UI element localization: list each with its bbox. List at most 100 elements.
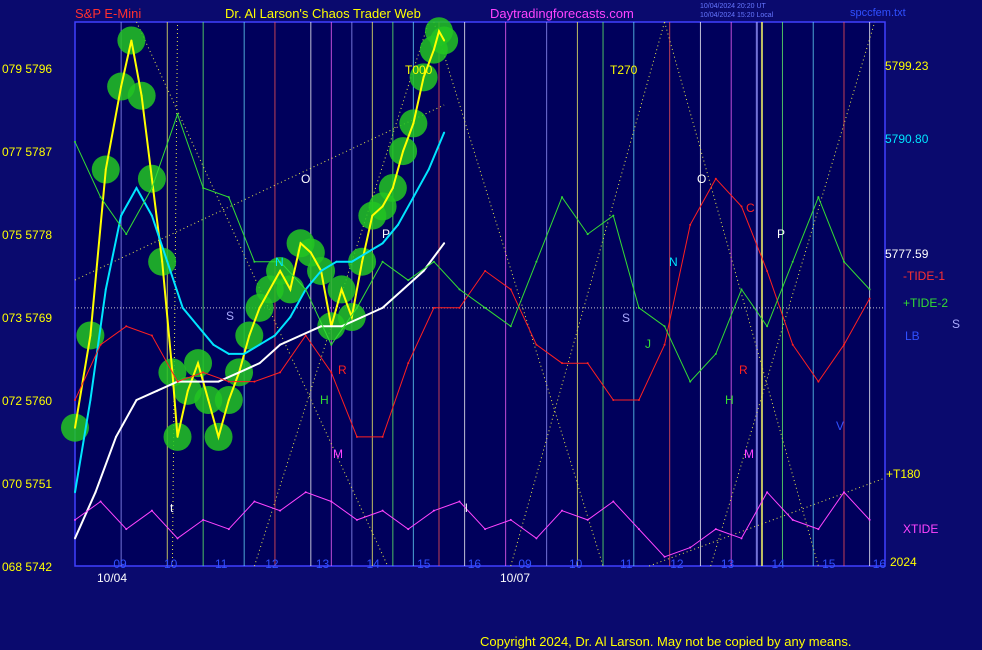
symbol-label: S&P E-Mini (75, 6, 141, 21)
tide1-point (842, 343, 845, 346)
tide1-point (868, 297, 871, 300)
tide1-point (740, 205, 743, 208)
plot-area (74, 21, 886, 567)
x-date-label: 10/04 (97, 571, 127, 585)
xtide-point (99, 500, 102, 503)
annotation-label: C (746, 201, 755, 215)
slow-average-point (135, 399, 138, 402)
x-hour-label: 10 (569, 557, 583, 571)
annotation-label: P (382, 227, 390, 241)
site-link[interactable]: Daytradingforecasts.com (490, 6, 634, 21)
tide2-point (586, 233, 589, 236)
tide1-point (766, 269, 769, 272)
t180-legend: +T180 (886, 467, 921, 481)
chart-title: Dr. Al Larson's Chaos Trader Web (225, 6, 421, 21)
tide1-point (227, 380, 230, 383)
annotation-label: V (836, 419, 844, 433)
tide1-point (689, 223, 692, 226)
tide1-point (304, 334, 307, 337)
xtide-point (766, 491, 769, 494)
price-point (443, 39, 446, 42)
tide2-point (227, 196, 230, 199)
x-hour-label: 16 (873, 557, 887, 571)
fast-average-point (396, 223, 399, 226)
slow-average-point (279, 343, 282, 346)
xtide-point (330, 500, 333, 503)
fast-average-point (120, 214, 123, 217)
annotation-label: P (777, 227, 785, 241)
slow-average-point (422, 269, 425, 272)
annotation-label: R (338, 363, 347, 377)
ema-price-label: 5790.80 (885, 132, 929, 146)
slow-average-point (443, 242, 446, 245)
price-point (130, 39, 133, 42)
xtide-point (202, 518, 205, 521)
slow-average-point (74, 537, 76, 540)
tide2-point (253, 260, 256, 263)
tide1-point (817, 380, 820, 383)
xtide-point (458, 500, 461, 503)
xtide-legend: XTIDE (903, 522, 938, 536)
tide1-point (150, 334, 153, 337)
xtide-point (509, 518, 512, 521)
xtide-point (612, 500, 615, 503)
fast-average-point (443, 131, 446, 134)
xtide-point (817, 528, 820, 531)
xtide-point (740, 537, 743, 540)
tide1-point (330, 371, 333, 374)
tide1-point (202, 371, 205, 374)
fast-average-point (366, 251, 369, 254)
annotation-label: O (301, 172, 310, 186)
tide1-point (253, 380, 256, 383)
lb-legend: LB (905, 329, 920, 343)
x-hour-label: 09 (113, 557, 127, 571)
xtide-point (689, 546, 692, 549)
xtide-point (432, 509, 435, 512)
copyright: Copyright 2024, Dr. Al Larson. May not b… (480, 634, 851, 649)
tide1-point (535, 343, 538, 346)
xtide-point (868, 518, 871, 521)
slow-average-point (361, 316, 364, 319)
x-hour-label: 11 (215, 557, 228, 571)
xtide-point (74, 518, 76, 521)
tide2-point (740, 288, 743, 291)
xtide-point (586, 518, 589, 521)
xtide-point (150, 509, 153, 512)
tide2-point (99, 196, 102, 199)
fast-average-point (258, 343, 261, 346)
fast-average-point (89, 399, 92, 402)
fast-average-point (74, 491, 76, 494)
y-tick-label: 070 5751 (2, 477, 52, 491)
fast-average-point (227, 352, 230, 355)
slow-average-point (402, 288, 405, 291)
x-hour-label: 13 (721, 557, 735, 571)
tide1-point (714, 177, 717, 180)
tide1-point (586, 362, 589, 365)
tide2-point (74, 140, 76, 143)
price-point (299, 242, 302, 245)
tide2-point (842, 260, 845, 263)
price-point (371, 214, 374, 217)
tide2-point (791, 260, 794, 263)
price-point (150, 177, 153, 180)
tide1-point (176, 380, 179, 383)
slow-average-point (320, 325, 323, 328)
x-hour-label: 09 (518, 557, 532, 571)
tide2-point (766, 325, 769, 328)
price-point (268, 288, 271, 291)
annotation-label: T000 (405, 63, 433, 77)
tide2-point (561, 196, 564, 199)
fast-average-point (181, 306, 184, 309)
fast-average-point (197, 325, 200, 328)
xtide-point (535, 537, 538, 540)
xtide-point (253, 500, 256, 503)
fast-average-point (166, 260, 169, 263)
xtide-point (279, 509, 282, 512)
tide2-point (355, 306, 358, 309)
tide1-point (74, 399, 76, 402)
price-point (361, 260, 364, 263)
tide2-point (663, 325, 666, 328)
price-point (289, 288, 292, 291)
x-hour-label: 12 (670, 557, 684, 571)
annotation-label: R (739, 363, 748, 377)
